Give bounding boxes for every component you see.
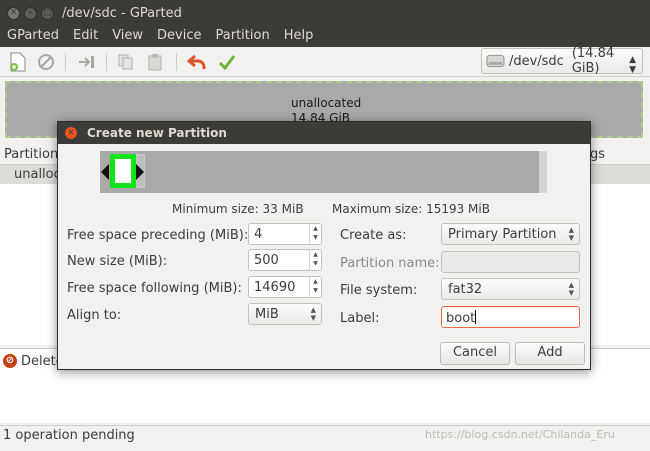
- label-field[interactable]: boot: [441, 306, 580, 328]
- harddisk-icon: [486, 54, 505, 68]
- label-value: boot: [446, 311, 476, 326]
- resize-left-handle-icon[interactable]: [101, 164, 109, 180]
- window-title: /dev/sdc - GParted: [62, 6, 182, 21]
- new-size-spinner[interactable]: 500 ▲ ▼: [248, 249, 322, 271]
- create-as-value: Primary Partition: [448, 227, 557, 242]
- column-partition[interactable]: Partition: [4, 147, 58, 162]
- align-to-label: Align to:: [67, 308, 122, 323]
- minimize-window-button[interactable]: –: [24, 7, 37, 20]
- free-following-label: Free space following (MiB):: [67, 281, 242, 296]
- file-system-value: fat32: [448, 282, 483, 297]
- device-selector[interactable]: /dev/sdc (14.84 GiB) ▲ ▼: [481, 46, 643, 76]
- device-name: /dev/sdc: [508, 53, 564, 69]
- file-system-select[interactable]: fat32 ▲ ▼: [441, 278, 580, 300]
- chevron-updown-icon: ▲ ▼: [629, 55, 636, 75]
- menu-device[interactable]: Device: [150, 28, 208, 47]
- new-partition-block[interactable]: [110, 154, 136, 188]
- spinner-arrows-icon[interactable]: ▲ ▼: [309, 224, 321, 244]
- delete-icon[interactable]: [36, 52, 56, 72]
- align-to-value: MiB: [255, 307, 279, 322]
- title-bar: ✕ – □ /dev/sdc - GParted: [0, 0, 650, 28]
- copy-icon[interactable]: [116, 52, 136, 72]
- menu-partition[interactable]: Partition: [209, 28, 277, 47]
- create-as-label: Create as:: [340, 228, 407, 243]
- min-size-label: Minimum size: 33 MiB: [172, 202, 304, 216]
- add-button[interactable]: Add: [515, 342, 585, 365]
- chevron-updown-icon: ▲ ▼: [568, 281, 574, 297]
- spinner-arrows-icon[interactable]: ▲ ▼: [309, 277, 321, 297]
- free-preceding-spinner[interactable]: 4 ▲ ▼: [248, 223, 322, 245]
- menu-bar: GParted Edit View Device Partition Help: [0, 28, 650, 47]
- free-preceding-value: 4: [254, 227, 263, 242]
- dialog-title: Create new Partition: [87, 126, 227, 140]
- free-following-value: 14690: [254, 280, 296, 295]
- apply-icon[interactable]: [217, 52, 237, 72]
- label-label: Label:: [340, 311, 380, 326]
- max-size-label: Maximum size: 15193 MiB: [332, 202, 490, 216]
- cancel-button[interactable]: Cancel: [440, 342, 510, 365]
- align-to-select[interactable]: MiB ▲ ▼: [248, 303, 322, 325]
- column-flags[interactable]: gs: [590, 147, 605, 162]
- partition-name-field[interactable]: [441, 251, 580, 273]
- status-text: 1 operation pending: [3, 428, 135, 443]
- resize-move-icon[interactable]: [76, 52, 96, 72]
- chevron-updown-icon: ▲ ▼: [568, 226, 574, 242]
- resize-right-handle-icon[interactable]: [136, 164, 144, 180]
- partition-size-bar[interactable]: [100, 151, 547, 193]
- partition-name-label: Partition name:: [340, 256, 440, 271]
- new-partition-icon[interactable]: [8, 52, 28, 72]
- spinner-arrows-icon[interactable]: ▲ ▼: [309, 250, 321, 270]
- undo-icon[interactable]: [187, 52, 207, 72]
- dialog-title-bar: ✕ Create new Partition: [58, 122, 590, 144]
- close-window-button[interactable]: ✕: [7, 7, 20, 20]
- dialog-close-icon[interactable]: ✕: [65, 127, 77, 139]
- chevron-updown-icon: ▲ ▼: [310, 306, 316, 322]
- delete-operation-icon: ⊘: [3, 354, 17, 368]
- free-following-spinner[interactable]: 14690 ▲ ▼: [248, 276, 322, 298]
- menu-help[interactable]: Help: [277, 28, 321, 47]
- menu-edit[interactable]: Edit: [66, 28, 105, 47]
- file-system-label: File system:: [340, 283, 418, 298]
- paste-icon[interactable]: [145, 52, 165, 72]
- watermark: https://blog.csdn.net/Chilanda_Eru: [425, 428, 615, 441]
- row-partition-name: unalloc: [14, 167, 61, 182]
- disk-map-label: unallocated: [291, 96, 362, 110]
- create-as-select[interactable]: Primary Partition ▲ ▼: [441, 223, 580, 245]
- free-preceding-label: Free space preceding (MiB):: [67, 228, 249, 243]
- create-partition-dialog: ✕ Create new Partition Minimum size: 33 …: [57, 121, 591, 370]
- new-size-label: New size (MiB):: [67, 254, 168, 269]
- new-size-value: 500: [254, 253, 279, 268]
- text-caret: [475, 310, 477, 324]
- menu-gparted[interactable]: GParted: [0, 28, 66, 47]
- maximize-window-button[interactable]: □: [41, 7, 54, 20]
- menu-view[interactable]: View: [105, 28, 150, 47]
